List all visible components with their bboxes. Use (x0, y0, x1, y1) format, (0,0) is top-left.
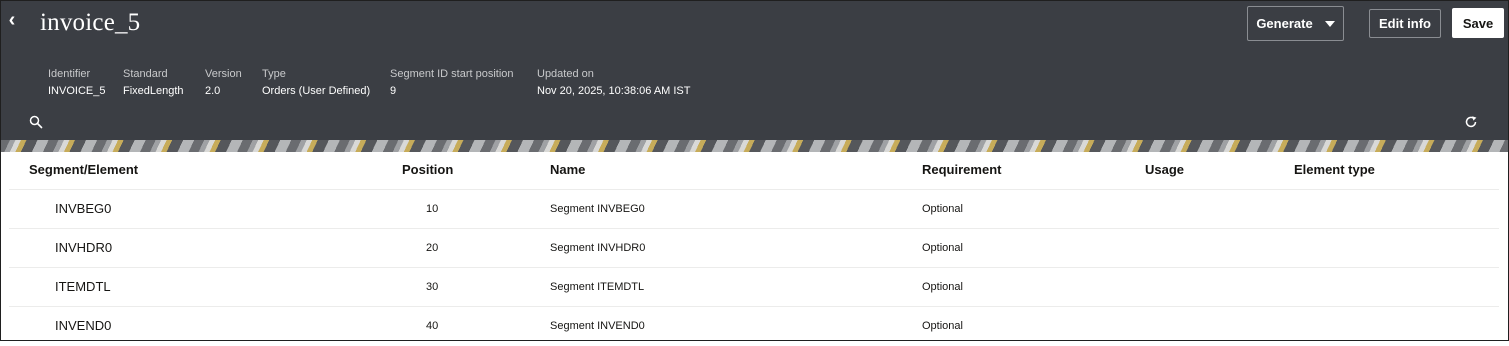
meta-value: Orders (User Defined) (262, 85, 371, 97)
cell-position: 40 (426, 320, 439, 332)
meta-updated-on: Updated on Nov 20, 2025, 10:38:06 AM IST (537, 67, 690, 98)
cell-position: 30 (426, 281, 439, 293)
meta-value: 2.0 (205, 85, 221, 97)
table-row[interactable]: INVHDR0 20 Segment INVHDR0 Optional (9, 229, 1499, 268)
page-header: ‹ invoice_5 Generate Edit info Save Iden… (0, 0, 1509, 152)
cell-name: Segment INVEND0 (550, 320, 645, 332)
search-icon[interactable] (29, 115, 43, 129)
meta-value: 9 (390, 85, 397, 97)
meta-version: Version 2.0 (205, 67, 242, 98)
column-header-segment[interactable]: Segment/Element (29, 162, 138, 177)
generate-button[interactable]: Generate (1247, 6, 1344, 41)
column-header-element-type[interactable]: Element type (1294, 162, 1375, 177)
cell-name: Segment ITEMDTL (550, 281, 645, 293)
generate-label: Generate (1256, 16, 1313, 31)
table-row[interactable]: INVEND0 40 Segment INVEND0 Optional (9, 307, 1499, 346)
meta-value: INVOICE_5 (48, 85, 106, 97)
meta-value: Nov 20, 2025, 10:38:06 AM IST (537, 85, 691, 97)
cell-segment: INVHDR0 (55, 240, 113, 255)
table-row[interactable]: INVBEG0 10 Segment INVBEG0 Optional (9, 190, 1499, 229)
meta-label: Segment ID start position (390, 68, 514, 80)
table-row[interactable]: ITEMDTL 30 Segment ITEMDTL Optional (9, 268, 1499, 307)
refresh-icon[interactable] (1464, 115, 1478, 129)
column-header-usage[interactable]: Usage (1145, 162, 1184, 177)
edit-info-button[interactable]: Edit info (1369, 9, 1441, 38)
column-header-name[interactable]: Name (550, 162, 585, 177)
caret-down-icon (1324, 20, 1335, 27)
meta-segment-id-start: Segment ID start position 9 (390, 67, 514, 98)
cell-requirement: Optional (922, 320, 963, 332)
meta-label: Standard (123, 68, 168, 80)
meta-label: Identifier (48, 68, 91, 80)
decorative-banner (0, 140, 1509, 152)
cell-segment: INVBEG0 (55, 201, 112, 216)
meta-identifier: Identifier INVOICE_5 (48, 67, 105, 98)
meta-label: Updated on (537, 68, 594, 80)
cell-name: Segment INVBEG0 (550, 203, 645, 215)
meta-type: Type Orders (User Defined) (262, 67, 370, 98)
cell-requirement: Optional (922, 281, 963, 293)
back-button[interactable]: ‹ (4, 9, 20, 31)
cell-position: 10 (426, 203, 439, 215)
column-header-requirement[interactable]: Requirement (922, 162, 1001, 177)
segments-table: Segment/Element Position Name Requiremen… (9, 152, 1499, 341)
meta-label: Version (205, 68, 242, 80)
column-header-position[interactable]: Position (402, 162, 453, 177)
meta-label: Type (262, 68, 286, 80)
cell-name: Segment INVHDR0 (550, 242, 646, 254)
cell-requirement: Optional (922, 242, 963, 254)
table-header-row: Segment/Element Position Name Requiremen… (9, 152, 1499, 190)
cell-position: 20 (426, 242, 439, 254)
chevron-left-icon: ‹ (8, 9, 16, 31)
page-title: invoice_5 (40, 9, 141, 36)
cell-segment: ITEMDTL (55, 279, 111, 294)
meta-value: FixedLength (123, 85, 184, 97)
save-button[interactable]: Save (1452, 8, 1504, 38)
cell-segment: INVEND0 (55, 318, 112, 333)
meta-standard: Standard FixedLength (123, 67, 184, 98)
cell-requirement: Optional (922, 203, 963, 215)
